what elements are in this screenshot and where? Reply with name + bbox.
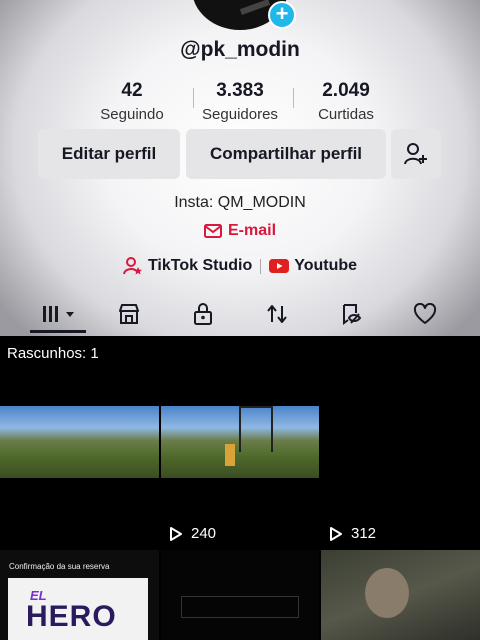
drafts-label: Rascunhos: 1 xyxy=(7,345,99,362)
youtube-label: Youtube xyxy=(294,257,358,274)
play-count: 240 xyxy=(169,525,216,542)
add-friend-icon xyxy=(404,143,427,165)
stat-following-value: 42 xyxy=(121,80,143,101)
favorites-icon xyxy=(343,304,362,325)
video-thumbnail xyxy=(161,406,319,478)
email-label: E-mail xyxy=(228,222,277,239)
tiktok-studio-label: TikTok Studio xyxy=(147,257,253,274)
stat-likes-value: 2.049 xyxy=(322,80,370,101)
tab-liked[interactable] xyxy=(401,296,449,332)
hero-card: EL HERO xyxy=(8,578,148,640)
reservation-text: Confirmação da sua reserva xyxy=(9,562,110,571)
play-icon xyxy=(330,526,342,541)
video-cell[interactable]: 312 xyxy=(321,336,480,548)
studio-icon xyxy=(122,257,142,275)
tab-videos[interactable] xyxy=(34,296,84,332)
edit-profile-button[interactable]: Editar perfil xyxy=(38,129,180,179)
shop-icon xyxy=(119,304,139,324)
youtube-link[interactable]: Youtube xyxy=(269,257,357,275)
profile-links: TikTok Studio Youtube xyxy=(0,255,480,277)
share-profile-button[interactable]: Compartilhar perfil xyxy=(186,129,386,179)
tab-private[interactable] xyxy=(179,296,227,332)
active-tab-indicator xyxy=(30,330,86,333)
add-friend-button[interactable] xyxy=(391,129,441,179)
tab-favorites[interactable] xyxy=(327,296,375,332)
email-link[interactable]: E-mail xyxy=(204,220,276,242)
tab-reposts[interactable] xyxy=(253,296,301,332)
bio-text: Insta: QM_MODIN xyxy=(174,194,306,211)
play-icon xyxy=(170,526,182,541)
lock-icon xyxy=(194,303,212,325)
player-figure xyxy=(225,444,235,466)
add-avatar-icon[interactable]: + xyxy=(268,1,296,29)
tiktok-studio-link[interactable]: TikTok Studio xyxy=(122,256,253,276)
stat-following[interactable]: 42 Seguindo xyxy=(82,80,182,123)
draft-thumbnail xyxy=(0,406,159,478)
tower-graphic xyxy=(239,406,273,452)
profile-tabs xyxy=(0,296,480,332)
tab-shop[interactable] xyxy=(105,296,153,332)
settings-screenshot xyxy=(181,596,299,618)
link-divider xyxy=(260,258,262,274)
repost-icon xyxy=(267,305,287,323)
drafts-cell[interactable]: Rascunhos: 1 xyxy=(0,336,159,548)
mail-icon xyxy=(204,224,222,238)
stat-followers-value: 3.383 xyxy=(216,80,264,101)
play-count-value: 312 xyxy=(351,525,377,542)
username: @pk_modin xyxy=(180,38,300,61)
play-count: 312 xyxy=(329,525,376,542)
stat-following-label: Seguindo xyxy=(100,106,164,123)
stat-likes-label: Curtidas xyxy=(318,106,374,123)
video-cell[interactable]: 240 xyxy=(161,336,319,548)
play-count-value: 240 xyxy=(191,525,217,542)
stat-followers[interactable]: 3.383 Seguidores xyxy=(190,80,290,123)
video-cell[interactable] xyxy=(321,550,480,640)
video-cell[interactable]: Confirmação da sua reserva EL HERO xyxy=(0,550,159,640)
video-cell[interactable] xyxy=(161,550,319,640)
stat-likes[interactable]: 2.049 Curtidas xyxy=(296,80,396,123)
youtube-icon xyxy=(269,259,290,273)
person-figure xyxy=(365,568,409,618)
heart-icon xyxy=(413,303,437,324)
profile-header: + @pk_modin 42 Seguindo 3.383 Seguidores… xyxy=(0,0,480,336)
videos-grid-icon xyxy=(43,306,74,322)
stat-divider xyxy=(293,88,294,108)
hero-title-text: HERO xyxy=(26,600,117,633)
stat-followers-label: Seguidores xyxy=(202,106,278,123)
